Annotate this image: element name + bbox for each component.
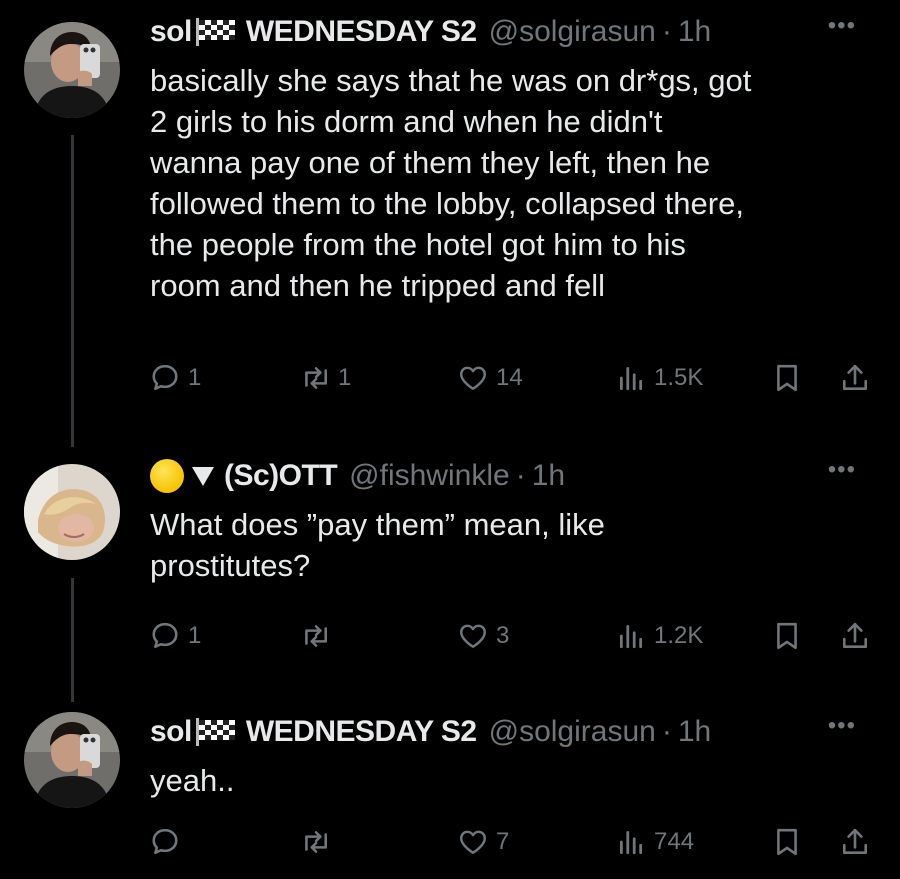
display-name-suffix: WEDNESDAY S2: [245, 15, 477, 48]
bookmark-icon: [777, 364, 797, 392]
share-button[interactable]: [840, 358, 870, 398]
thread-line: [71, 135, 74, 447]
like-icon: [459, 366, 487, 390]
share-icon: [842, 364, 868, 391]
views-button[interactable]: 744: [616, 822, 694, 862]
views-button[interactable]: 1.2K: [616, 616, 703, 656]
share-icon: [842, 828, 868, 855]
repost-icon: [305, 625, 328, 647]
avatar[interactable]: [24, 712, 120, 808]
bookmark-icon: [777, 828, 797, 856]
checkered-flag-icon: [195, 18, 235, 46]
tweet-3[interactable]: sol WEDNESDAY S2 @solgirasun · 1h ••• ye…: [0, 700, 900, 879]
reply-count: 1: [188, 622, 202, 649]
tweet-header: sol WEDNESDAY S2 @solgirasun · 1h •••: [150, 712, 880, 752]
like-count: 7: [496, 828, 510, 855]
views-icon: [619, 366, 643, 391]
separator-dot: ·: [661, 15, 672, 48]
display-name[interactable]: (Sc)OTT: [224, 459, 338, 493]
views-icon: [619, 830, 643, 855]
views-icon: [619, 624, 643, 649]
more-icon[interactable]: •••: [828, 12, 856, 40]
reply-count: 1: [188, 364, 202, 391]
thread-line: [71, 578, 74, 702]
repost-icon: [305, 367, 328, 389]
bookmark-button[interactable]: [772, 822, 802, 862]
repost-count: 1: [338, 364, 352, 391]
avatar[interactable]: [24, 22, 120, 118]
tweet-1[interactable]: sol WEDNESDAY S2 @solgirasun · 1h ••• ba…: [0, 0, 900, 447]
username-handle[interactable]: @solgirasun: [489, 15, 656, 49]
like-icon: [459, 624, 487, 648]
reply-icon: [152, 622, 178, 649]
more-icon[interactable]: •••: [828, 712, 856, 740]
avatar-photo-icon: [24, 712, 120, 808]
share-icon: [842, 622, 868, 649]
tweet-text: yeah..: [150, 763, 235, 798]
yellow-circle-emoji-icon: [150, 459, 184, 493]
tweet-header: sol WEDNESDAY S2 @solgirasun · 1h •••: [150, 12, 880, 52]
down-triangle-icon: [192, 467, 214, 486]
tweet-header: (Sc)OTT @fishwinkle · 1h •••: [150, 456, 880, 496]
action-bar: 7 744: [150, 822, 880, 862]
views-button[interactable]: 1.5K: [616, 358, 703, 398]
more-icon[interactable]: •••: [828, 456, 856, 484]
share-button[interactable]: [840, 822, 870, 862]
avatar[interactable]: [24, 464, 120, 560]
like-button[interactable]: 7: [458, 822, 509, 862]
repost-button[interactable]: 1: [300, 358, 351, 398]
like-button[interactable]: 14: [458, 358, 523, 398]
checkered-flag-icon: [195, 718, 235, 746]
timestamp[interactable]: 1h: [678, 15, 711, 49]
view-count: 1.5K: [654, 364, 704, 391]
separator-dot: ·: [515, 459, 526, 492]
repost-button[interactable]: [300, 616, 338, 656]
like-icon: [459, 830, 487, 854]
like-count: 14: [496, 364, 523, 391]
repost-button[interactable]: [300, 822, 338, 862]
bookmark-button[interactable]: [772, 358, 802, 398]
reply-icon: [152, 828, 178, 855]
timestamp[interactable]: 1h: [678, 715, 711, 749]
bookmark-button[interactable]: [772, 616, 802, 656]
tweet-2[interactable]: (Sc)OTT @fishwinkle · 1h ••• What does ”…: [0, 440, 900, 702]
username-handle[interactable]: @fishwinkle: [349, 459, 510, 493]
view-count: 744: [654, 828, 695, 855]
reply-icon: [152, 364, 178, 391]
action-bar: 1 1 14 1.5K: [150, 358, 880, 398]
repost-icon: [305, 831, 328, 853]
display-name[interactable]: sol: [150, 715, 192, 749]
like-count: 3: [496, 622, 510, 649]
bookmark-icon: [777, 622, 797, 650]
share-button[interactable]: [840, 616, 870, 656]
username-handle[interactable]: @solgirasun: [489, 715, 656, 749]
reply-button[interactable]: [150, 822, 188, 862]
separator-dot: ·: [661, 715, 672, 748]
view-count: 1.2K: [654, 622, 704, 649]
avatar-photo-icon: [24, 464, 120, 560]
tweet-text: What does ”pay them” mean, like prostitu…: [150, 507, 605, 583]
timestamp[interactable]: 1h: [532, 459, 565, 493]
like-button[interactable]: 3: [458, 616, 509, 656]
reply-button[interactable]: 1: [150, 616, 201, 656]
action-bar: 1 3 1.2K: [150, 616, 880, 656]
display-name-suffix: WEDNESDAY S2: [245, 715, 477, 748]
tweet-text: basically she says that he was on dr*gs,…: [150, 63, 752, 303]
display-name[interactable]: sol: [150, 15, 192, 49]
reply-button[interactable]: 1: [150, 358, 201, 398]
avatar-photo-icon: [24, 22, 120, 118]
